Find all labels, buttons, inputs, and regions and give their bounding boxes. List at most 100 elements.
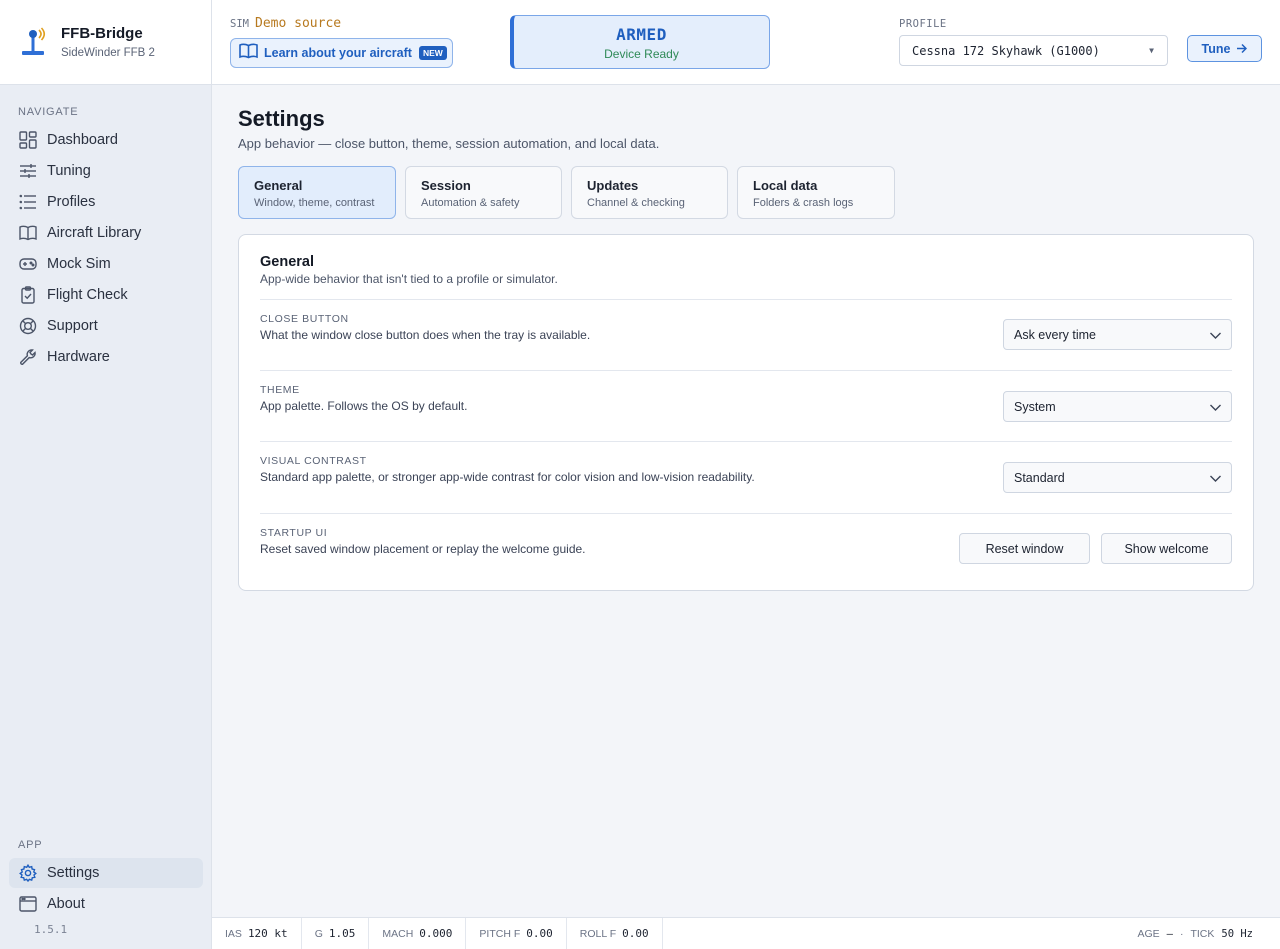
startup-ui-setting: STARTUP UI Reset saved window placement … xyxy=(260,513,1232,585)
separator: · xyxy=(1179,928,1184,940)
book-icon xyxy=(18,223,38,243)
sidebar-item-label: Dashboard xyxy=(47,132,118,148)
lifebuoy-icon xyxy=(18,316,38,336)
gamepad-icon xyxy=(18,254,38,274)
tab-title: Updates xyxy=(587,178,639,193)
stat-value: 120 kt xyxy=(247,927,288,940)
sidebar-item-about[interactable]: About xyxy=(9,889,203,919)
tab-title: Local data xyxy=(753,178,818,193)
sidebar-item-flight-check[interactable]: Flight Check xyxy=(9,280,203,310)
learn-aircraft-label: Learn about your aircraft xyxy=(264,46,412,60)
age-value: — xyxy=(1166,928,1173,940)
tab-session[interactable]: Session Automation & safety xyxy=(405,166,562,219)
sidebar-item-label: About xyxy=(47,896,85,912)
tab-general[interactable]: General Window, theme, contrast xyxy=(238,166,396,219)
profile-select-value: Cessna 172 Skyhawk (G1000) xyxy=(912,43,1100,58)
stat-value: 0.000 xyxy=(419,927,453,940)
sidebar-item-support[interactable]: Support xyxy=(9,311,203,341)
visual-contrast-setting: VISUAL CONTRAST Standard app palette, or… xyxy=(260,441,1232,513)
caret-down-icon: ▼ xyxy=(1149,46,1154,55)
panel-subtitle: App-wide behavior that isn't tied to a p… xyxy=(260,272,558,286)
setting-label: THEME xyxy=(260,384,300,396)
theme-select[interactable]: System xyxy=(1003,391,1232,422)
tune-label: Tune xyxy=(1201,41,1231,56)
tune-button[interactable]: Tune xyxy=(1187,35,1262,62)
device-name: SideWinder FFB 2 xyxy=(61,47,155,59)
settings-tabs: General Window, theme, contrast Session … xyxy=(238,166,904,219)
tab-subtitle: Channel & checking xyxy=(587,197,685,209)
book-icon xyxy=(239,43,258,64)
mach-readout: MACH 0.000 xyxy=(369,917,467,949)
stat-value: 0.00 xyxy=(622,927,649,940)
stat-label: PITCH F xyxy=(479,927,521,940)
setting-label: CLOSE BUTTON xyxy=(260,313,349,325)
telemetry-status-bar: IAS 120 kt G 1.05 MACH 0.000 PITCH F 0.00 RO… xyxy=(212,917,1280,949)
device-ready-status: Device Ready xyxy=(604,47,679,61)
profile-label: PROFILE xyxy=(899,18,947,30)
sidebar-item-label: Flight Check xyxy=(47,287,128,303)
chevron-down-icon xyxy=(1209,401,1222,417)
app-version: 1.5.1 xyxy=(34,923,68,936)
window-icon xyxy=(18,894,38,914)
nav-list: Dashboard Tuning Profiles Aircraft Libra… xyxy=(0,125,212,372)
app-nav-list: Settings About xyxy=(0,858,212,919)
theme-setting: THEME App palette. Follows the OS by def… xyxy=(260,370,1232,442)
roll-force-readout: ROLL F 0.00 xyxy=(567,917,663,949)
page-title: Settings xyxy=(238,106,325,131)
tab-title: General xyxy=(254,178,303,193)
setting-label: VISUAL CONTRAST xyxy=(260,455,367,467)
sidebar-item-label: Tuning xyxy=(47,163,91,179)
stat-value: 1.05 xyxy=(328,927,356,940)
sidebar-item-settings[interactable]: Settings xyxy=(9,858,203,888)
visual-contrast-select[interactable]: Standard xyxy=(1003,462,1232,493)
select-value: Ask every time xyxy=(1014,327,1096,342)
armed-status: ARMED xyxy=(616,25,667,44)
tab-subtitle: Automation & safety xyxy=(421,197,520,209)
gear-icon xyxy=(18,863,38,883)
general-settings-panel: General App-wide behavior that isn't tie… xyxy=(238,234,1254,591)
reset-window-button[interactable]: Reset window xyxy=(959,533,1090,564)
sidebar-item-tuning[interactable]: Tuning xyxy=(9,156,203,186)
stat-value: 0.00 xyxy=(526,927,553,940)
g-readout: G 1.05 xyxy=(302,917,370,949)
close-button-select[interactable]: Ask every time xyxy=(1003,319,1232,350)
chevron-down-icon xyxy=(1209,472,1222,488)
sidebar-item-mock-sim[interactable]: Mock Sim xyxy=(9,249,203,279)
tab-subtitle: Window, theme, contrast xyxy=(254,197,375,209)
dashboard-icon xyxy=(18,130,38,150)
device-status-panel: ARMED Device Ready xyxy=(510,15,770,69)
tab-local-data[interactable]: Local data Folders & crash logs xyxy=(737,166,895,219)
setting-label: STARTUP UI xyxy=(260,527,328,539)
stat-label: MACH xyxy=(382,927,414,940)
show-welcome-button[interactable]: Show welcome xyxy=(1101,533,1232,564)
learn-aircraft-button[interactable]: Learn about your aircraft NEW xyxy=(230,38,453,68)
sidebar-item-label: Mock Sim xyxy=(47,256,111,272)
app-name: FFB-Bridge xyxy=(61,25,143,42)
tab-title: Session xyxy=(421,178,471,193)
sidebar-item-label: Hardware xyxy=(47,349,110,365)
sidebar-item-aircraft-library[interactable]: Aircraft Library xyxy=(9,218,203,248)
clipboard-check-icon xyxy=(18,285,38,305)
stat-label: ROLL F xyxy=(579,927,617,940)
sidebar-item-hardware[interactable]: Hardware xyxy=(9,342,203,372)
panel-title: General xyxy=(260,254,314,270)
sidebar-item-profiles[interactable]: Profiles xyxy=(9,187,203,217)
setting-description: Reset saved window placement or replay t… xyxy=(260,542,586,556)
setting-description: App palette. Follows the OS by default. xyxy=(260,399,468,413)
sidebar-item-label: Support xyxy=(47,318,98,334)
age-label: AGE xyxy=(1137,928,1160,940)
profile-select[interactable]: Cessna 172 Skyhawk (G1000) ▼ xyxy=(899,35,1168,66)
ias-readout: IAS 120 kt xyxy=(212,917,302,949)
sidebar-item-dashboard[interactable]: Dashboard xyxy=(9,125,203,155)
tick-label: TICK xyxy=(1190,928,1215,940)
tab-subtitle: Folders & crash logs xyxy=(753,197,854,209)
top-bar: SIM Demo source Learn about your aircraf… xyxy=(212,0,1280,85)
app-heading: APP xyxy=(18,839,43,851)
sim-label: SIM xyxy=(230,18,249,30)
age-tick-readout: AGE — · TICK 50 Hz xyxy=(1130,918,1253,949)
new-badge: NEW xyxy=(418,46,447,60)
sliders-icon xyxy=(18,161,38,181)
tab-updates[interactable]: Updates Channel & checking xyxy=(571,166,728,219)
navigate-heading: NAVIGATE xyxy=(18,106,79,118)
select-value: Standard xyxy=(1014,470,1065,485)
